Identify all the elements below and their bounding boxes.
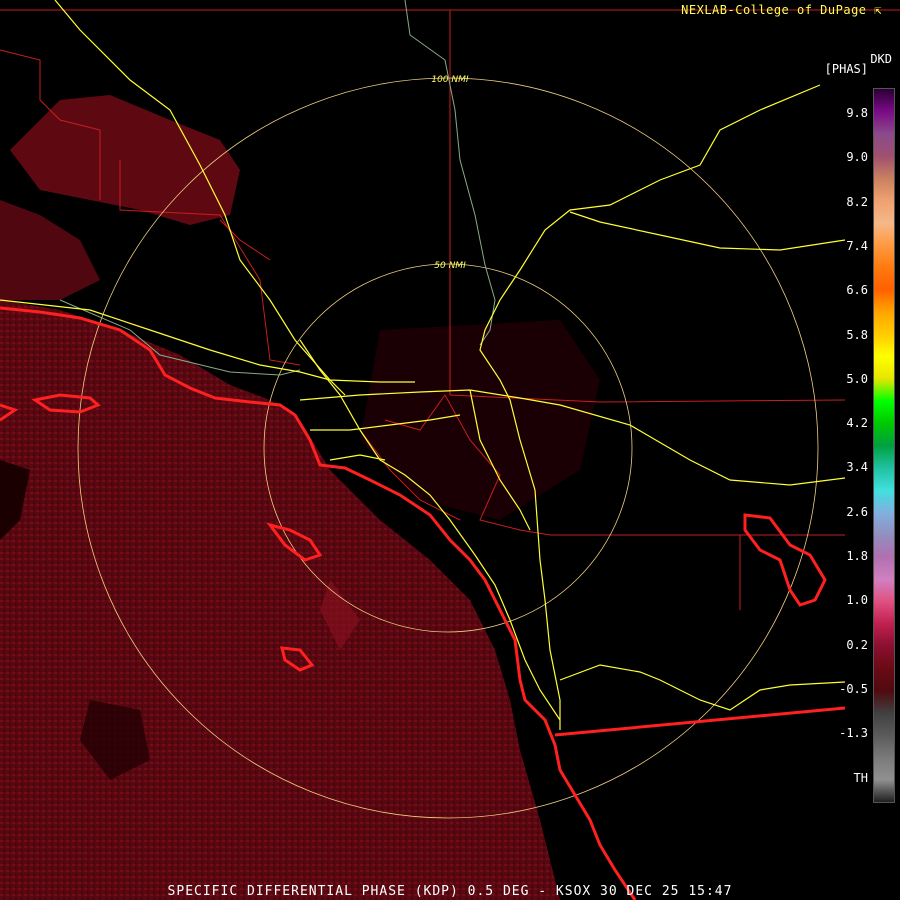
color-scale-label: -1.3 <box>839 726 868 741</box>
color-scale-label: 6.6 <box>846 283 868 298</box>
units-label: [PHAS] <box>824 62 868 76</box>
credit-label: NEXLAB-College of DuPage ⇱ <box>681 3 882 17</box>
color-scale-label: 1.8 <box>846 549 868 563</box>
cursor-arrow-icon: ⇱ <box>874 3 882 17</box>
color-scale-label: 1.0 <box>846 593 868 608</box>
color-scale-bar <box>873 88 895 803</box>
radar-echo-field <box>0 95 600 900</box>
color-scale-label: 3.4 <box>846 460 868 475</box>
color-scale-label: 9.8 <box>846 106 868 120</box>
color-scale-label: 7.4 <box>846 238 868 253</box>
color-scale-label: 5.0 <box>846 371 868 386</box>
color-scale-label: TH <box>853 770 868 785</box>
credit-text: NEXLAB-College of DuPage <box>681 3 867 17</box>
color-scale-label: 9.0 <box>846 150 868 165</box>
color-scale-label: 0.2 <box>846 637 868 652</box>
color-scale-label: 4.2 <box>846 416 868 431</box>
color-scale-label: -0.5 <box>839 681 868 696</box>
color-scale-label: 2.6 <box>846 504 868 519</box>
radar-map-view: 50 NMI 100 NMI NEXLAB-College of DuPage … <box>0 0 900 900</box>
product-code: DKD <box>870 52 892 66</box>
product-title: SPECIFIC DIFFERENTIAL PHASE (KDP) 0.5 DE… <box>167 884 733 899</box>
radar-map: 50 NMI 100 NMI <box>0 0 900 900</box>
range-ring-50-label: 50 NMI <box>434 261 466 271</box>
color-scale-label: 5.8 <box>846 327 868 342</box>
color-scale-label: 8.2 <box>846 194 868 209</box>
